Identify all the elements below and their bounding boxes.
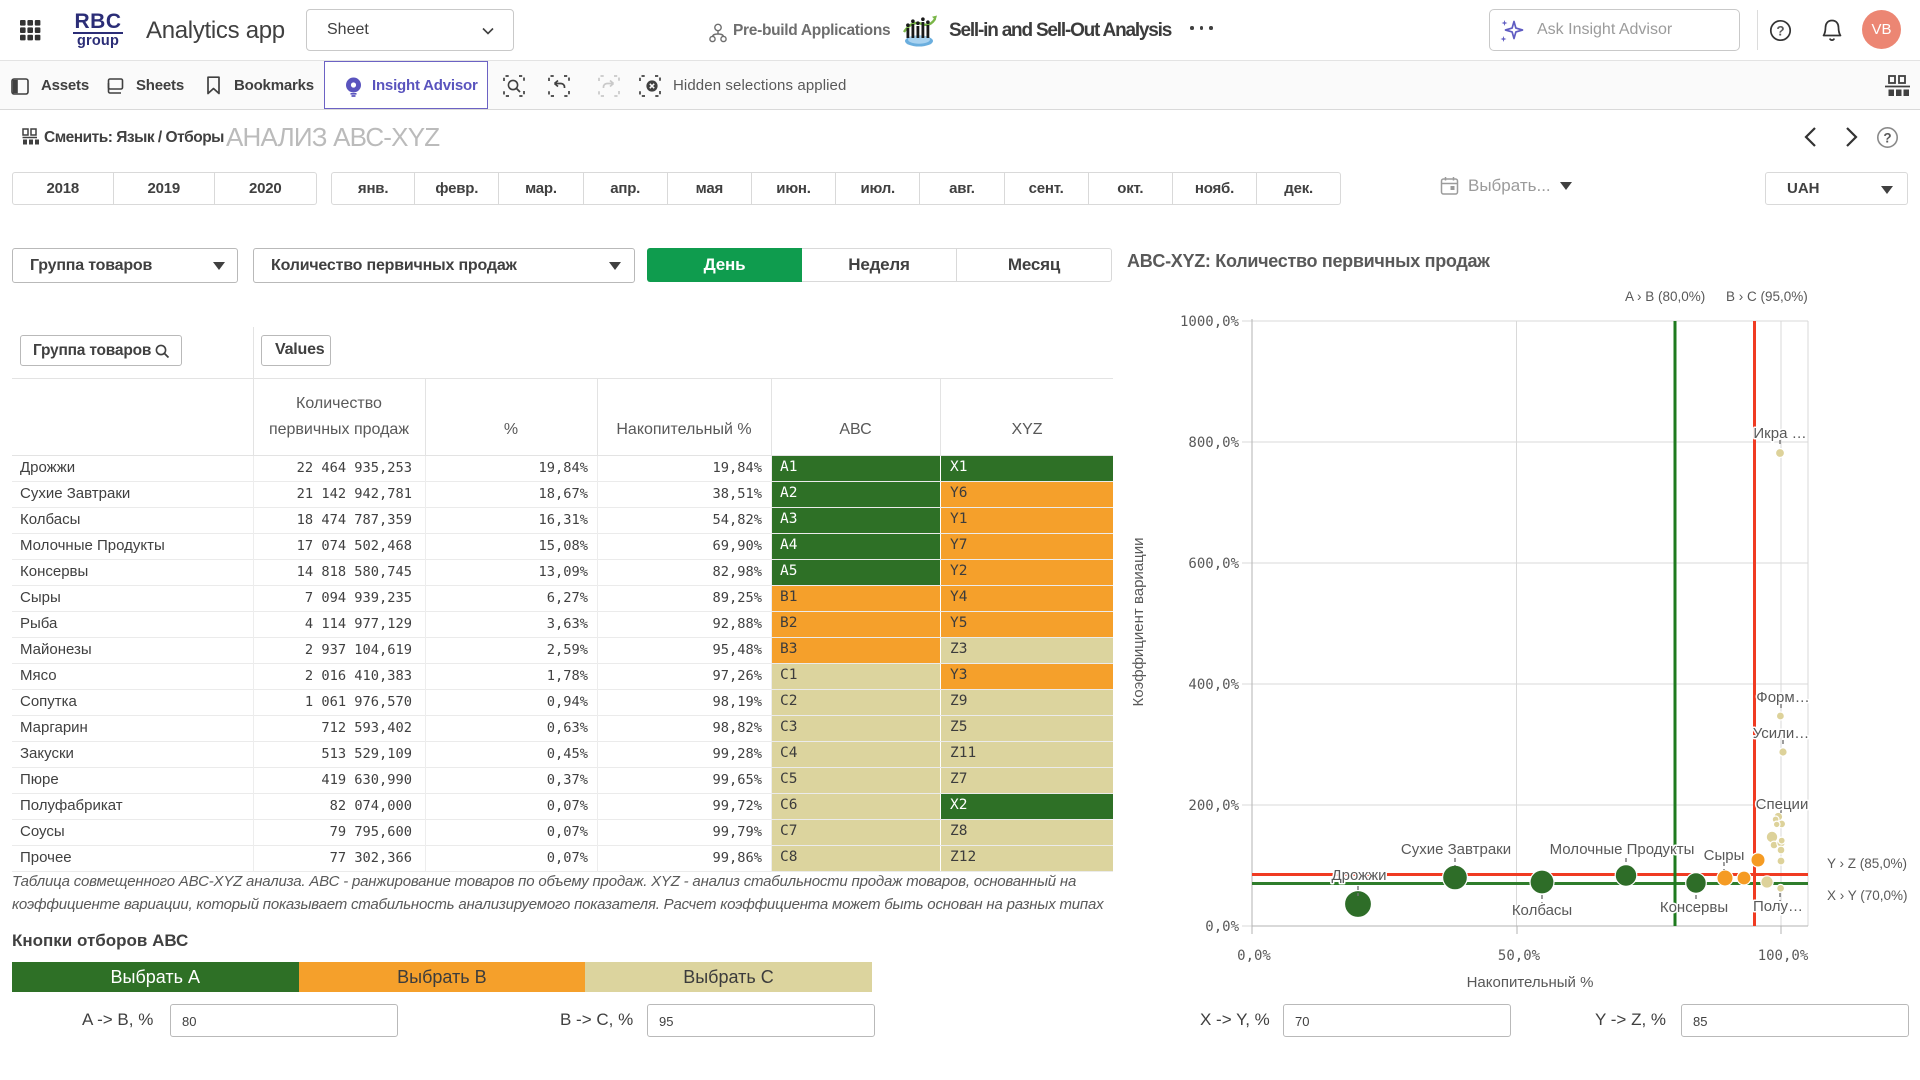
svg-text:X › Y (70,0%): X › Y (70,0%) <box>1827 888 1908 903</box>
svg-text:Коэффициент вариации: Коэффициент вариации <box>1130 538 1147 707</box>
svg-text:Сухие Завтраки: Сухие Завтраки <box>1401 841 1511 858</box>
svg-text:100,0%: 100,0% <box>1758 948 1809 964</box>
svg-text:200,0%: 200,0% <box>1188 798 1239 814</box>
svg-text:Колбасы: Колбасы <box>1512 902 1572 919</box>
svg-text:Усили…: Усили… <box>1753 725 1810 742</box>
svg-text:Y › Z (85,0%): Y › Z (85,0%) <box>1827 856 1907 871</box>
svg-text:Консервы: Консервы <box>1660 899 1728 916</box>
svg-text:ABC-XYZ: Количество первичных: ABC-XYZ: Количество первичных продаж <box>1127 251 1490 271</box>
svg-text:B › C (95,0%): B › C (95,0%) <box>1726 289 1808 304</box>
svg-text:Сыры: Сыры <box>1704 847 1745 864</box>
svg-text:600,0%: 600,0% <box>1188 556 1239 572</box>
svg-text:800,0%: 800,0% <box>1188 435 1239 451</box>
svg-text:1000,0%: 1000,0% <box>1180 314 1240 330</box>
svg-text:50,0%: 50,0% <box>1498 948 1541 964</box>
svg-text:A › B (80,0%): A › B (80,0%) <box>1625 289 1705 304</box>
svg-text:0,0%: 0,0% <box>1205 919 1239 935</box>
svg-text:0,0%: 0,0% <box>1237 948 1271 964</box>
svg-text:Молочные Продукты: Молочные Продукты <box>1550 841 1695 858</box>
svg-text:Специи: Специи <box>1756 796 1809 813</box>
svg-text:Дрожжи: Дрожжи <box>1331 867 1386 884</box>
svg-text:400,0%: 400,0% <box>1188 677 1239 693</box>
svg-text:Икра …: Икра … <box>1753 425 1806 442</box>
svg-text:?: ? <box>1883 130 1891 145</box>
svg-text:?: ? <box>1776 23 1784 38</box>
svg-text:Накопительный %: Накопительный % <box>1467 974 1594 991</box>
svg-text:Полу…: Полу… <box>1753 898 1803 915</box>
svg-text:Форм…: Форм… <box>1756 689 1809 706</box>
